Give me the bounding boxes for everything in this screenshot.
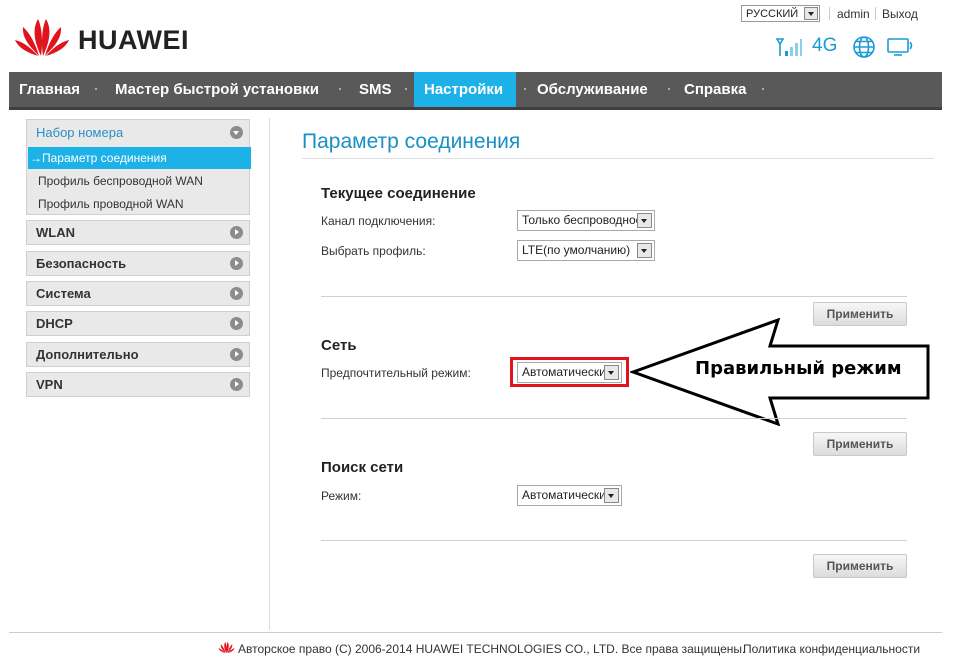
divider	[875, 7, 876, 20]
section-title-current-connection: Текущее соединение	[321, 185, 476, 202]
sidebar-item-label: Дополнительно	[36, 347, 139, 362]
expand-icon	[230, 226, 243, 239]
globe-icon	[853, 36, 875, 58]
annotation-text: Правильный режим	[695, 358, 902, 379]
sidebar-item-system[interactable]: Система	[26, 281, 250, 306]
sidebar-item-wlan[interactable]: WLAN	[26, 220, 250, 245]
language-select[interactable]: РУССКИЙ	[741, 5, 820, 22]
user-name: admin	[837, 7, 870, 21]
expand-icon	[230, 348, 243, 361]
brand-name: HUAWEI	[78, 25, 189, 55]
footer-divider	[9, 632, 942, 633]
nav-separator	[668, 88, 670, 90]
network-type-label: 4G	[812, 35, 838, 56]
section-divider	[321, 418, 907, 419]
nav-home[interactable]: Главная	[9, 72, 90, 107]
sidebar-item-advanced[interactable]: Дополнительно	[26, 342, 250, 367]
nav-settings[interactable]: Настройки	[414, 72, 516, 107]
chevron-down-icon	[637, 243, 652, 258]
sidebar-item-label: Безопасность	[36, 256, 127, 271]
logout-link[interactable]: Выход	[882, 7, 918, 21]
privacy-policy-link[interactable]: Политика конфиденциальности	[743, 642, 920, 656]
section-divider	[321, 296, 907, 297]
section-title-network: Сеть	[321, 337, 357, 354]
page-title: Параметр соединения	[302, 130, 521, 153]
sidebar-item-wired-wan-profile[interactable]: Профиль проводной WAN	[28, 193, 251, 215]
sidebar-item-label: Система	[36, 286, 91, 301]
preferred-mode-label: Предпочтительный режим:	[321, 366, 471, 380]
expand-icon	[230, 287, 243, 300]
sidebar-item-vpn[interactable]: VPN	[26, 372, 250, 397]
nav-separator	[95, 88, 97, 90]
sidebar-group-dialup: Набор номера →Параметр соединения Профил…	[26, 119, 251, 215]
chevron-down-icon	[637, 213, 652, 228]
title-divider	[302, 158, 934, 159]
nav-sms[interactable]: SMS	[349, 72, 402, 107]
expand-icon	[230, 257, 243, 270]
profile-select[interactable]: LTE(по умолчанию)	[517, 240, 655, 261]
section-title-network-search: Поиск сети	[321, 459, 404, 476]
monitor-icon	[887, 38, 913, 56]
nav-quick-setup[interactable]: Мастер быстрой установки	[105, 72, 329, 107]
sidebar-group-label[interactable]: Набор номера	[36, 125, 123, 140]
nav-separator	[762, 88, 764, 90]
channel-value: Только беспроводное	[522, 213, 643, 227]
chevron-down-icon	[604, 488, 619, 503]
nav-separator	[524, 88, 526, 90]
collapse-icon[interactable]	[230, 126, 243, 139]
sidebar-item-label: WLAN	[36, 225, 75, 240]
channel-label: Канал подключения:	[321, 214, 436, 228]
search-mode-label: Режим:	[321, 489, 362, 503]
chevron-down-icon	[804, 7, 818, 20]
apply-button-search[interactable]: Применить	[813, 554, 907, 578]
channel-select[interactable]: Только беспроводное	[517, 210, 655, 231]
section-divider	[321, 540, 907, 541]
sidebar-item-wireless-wan-profile[interactable]: Профиль беспроводной WAN	[28, 170, 251, 192]
search-mode-value: Автоматически	[522, 488, 606, 502]
highlight-box	[510, 357, 629, 387]
expand-icon	[230, 317, 243, 330]
profile-value: LTE(по умолчанию)	[522, 243, 631, 257]
language-value: РУССКИЙ	[746, 8, 799, 20]
huawei-small-logo-icon	[218, 641, 235, 654]
apply-button-network[interactable]: Применить	[813, 432, 907, 456]
sidebar-item-connection-settings[interactable]: →Параметр соединения	[28, 147, 251, 169]
sidebar-item-dhcp[interactable]: DHCP	[26, 311, 250, 336]
expand-icon	[230, 378, 243, 391]
nav-separator	[405, 88, 407, 90]
divider	[829, 7, 830, 20]
sidebar-item-security[interactable]: Безопасность	[26, 251, 250, 276]
profile-label: Выбрать профиль:	[321, 244, 426, 258]
main-nav: Главная Мастер быстрой установки SMS Нас…	[9, 72, 942, 110]
search-mode-select[interactable]: Автоматически	[517, 485, 622, 506]
huawei-logo-icon	[15, 19, 69, 56]
copyright-text: Авторское право (C) 2006-2014 HUAWEI TEC…	[238, 642, 746, 656]
sidebar-item-label: VPN	[36, 377, 63, 392]
sidebar-item-label: DHCP	[36, 316, 73, 331]
nav-separator	[339, 88, 341, 90]
nav-help[interactable]: Справка	[674, 72, 756, 107]
signal-strength-icon	[776, 38, 802, 56]
content-divider	[269, 118, 270, 630]
nav-maintenance[interactable]: Обслуживание	[527, 72, 658, 107]
